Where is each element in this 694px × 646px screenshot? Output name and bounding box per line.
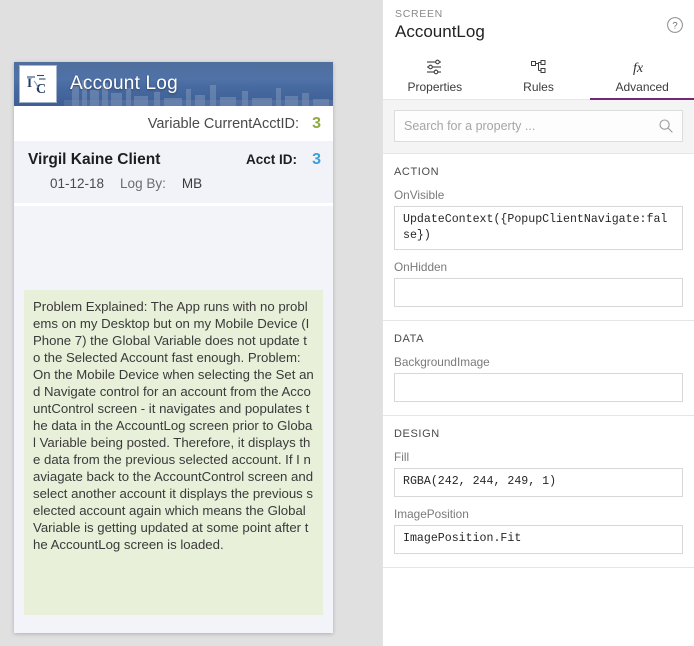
problem-text: Problem Explained: The App runs with no … (33, 299, 314, 552)
tab-advanced[interactable]: fx Advanced (590, 52, 694, 100)
prop-imageposition-value[interactable]: ImagePosition.Fit (394, 525, 683, 554)
svg-text:?: ? (672, 21, 677, 32)
prop-fill: Fill RGBA(242, 244, 249, 1) (394, 450, 683, 497)
section-data: DATA BackgroundImage (383, 321, 694, 416)
panel-tabs: Properties Rules fx Advanced (383, 52, 694, 100)
properties-panel: SCREEN AccountLog ? Properties Rules fx … (382, 0, 694, 646)
log-by-value: MB (181, 176, 203, 191)
acct-id-value: 3 (312, 151, 321, 168)
app-root: I C Account Log Variable CurrentAcctID: … (0, 0, 694, 646)
svg-text:C: C (36, 82, 46, 97)
prop-onhidden-value[interactable] (394, 278, 683, 307)
section-design-title: DESIGN (394, 428, 440, 440)
prop-onvisible-value[interactable]: UpdateContext({PopupClientNavigate:false… (394, 206, 683, 250)
prop-imageposition: ImagePosition ImagePosition.Fit (394, 507, 683, 554)
problem-text-box: Problem Explained: The App runs with no … (24, 290, 323, 615)
ic-logo-glyph: I C (23, 69, 53, 99)
app-banner: I C Account Log (14, 62, 333, 106)
tab-rules-label: Rules (523, 80, 554, 94)
search-box[interactable] (394, 110, 683, 142)
sliders-icon (425, 57, 445, 77)
variable-value: 3 (312, 114, 321, 132)
acct-id-label: Acct ID: (245, 152, 297, 167)
search-input[interactable] (395, 111, 682, 141)
help-circle-icon[interactable]: ? (666, 16, 684, 34)
svg-text:fx: fx (633, 61, 644, 76)
log-date: 01-12-18 (50, 176, 105, 191)
prop-fill-label: Fill (394, 450, 410, 464)
ic-logo-icon: I C (20, 66, 56, 102)
section-design: DESIGN Fill RGBA(242, 244, 249, 1) Image… (383, 416, 694, 568)
panel-kicker: SCREEN (395, 8, 443, 20)
tab-properties[interactable]: Properties (383, 52, 487, 99)
search-icon[interactable] (658, 118, 674, 134)
panel-screen-name: AccountLog (395, 22, 485, 41)
tab-rules[interactable]: Rules (487, 52, 591, 99)
prop-fill-value[interactable]: RGBA(242, 244, 249, 1) (394, 468, 683, 497)
prop-onhidden: OnHidden (394, 260, 683, 307)
canvas-area: I C Account Log Variable CurrentAcctID: … (0, 0, 382, 646)
fx-icon: fx (631, 57, 653, 77)
app-screen-card: I C Account Log Variable CurrentAcctID: … (14, 62, 333, 633)
search-container (383, 100, 694, 154)
tab-properties-label: Properties (407, 80, 463, 94)
prop-onhidden-label: OnHidden (394, 260, 448, 274)
variable-label: Variable CurrentAcctID: (147, 115, 299, 132)
account-record[interactable]: Virgil Kaine Client Acct ID: 3 01-12-18 … (14, 141, 333, 206)
record-secondary-line: 01-12-18 Log By: MB (28, 176, 321, 191)
tab-advanced-label: Advanced (615, 80, 669, 94)
rules-tree-icon (529, 57, 549, 77)
svg-text:I: I (27, 75, 32, 90)
prop-imageposition-label: ImagePosition (394, 507, 469, 521)
app-title: Account Log (70, 73, 178, 94)
section-action: ACTION OnVisible UpdateContext({PopupCli… (383, 154, 694, 321)
section-data-title: DATA (394, 333, 425, 345)
record-primary-line: Virgil Kaine Client Acct ID: 3 (28, 151, 321, 169)
prop-backgroundimage: BackgroundImage (394, 355, 683, 402)
prop-onvisible: OnVisible UpdateContext({PopupClientNavi… (394, 188, 683, 250)
variable-row: Variable CurrentAcctID: 3 (14, 106, 333, 141)
client-name: Virgil Kaine Client (28, 151, 161, 168)
panel-header: SCREEN AccountLog ? (383, 0, 694, 52)
log-by-label: Log By: (120, 176, 166, 191)
prop-backgroundimage-value[interactable] (394, 373, 683, 402)
prop-backgroundimage-label: BackgroundImage (394, 355, 490, 369)
section-action-title: ACTION (394, 166, 440, 178)
prop-onvisible-label: OnVisible (394, 188, 445, 202)
